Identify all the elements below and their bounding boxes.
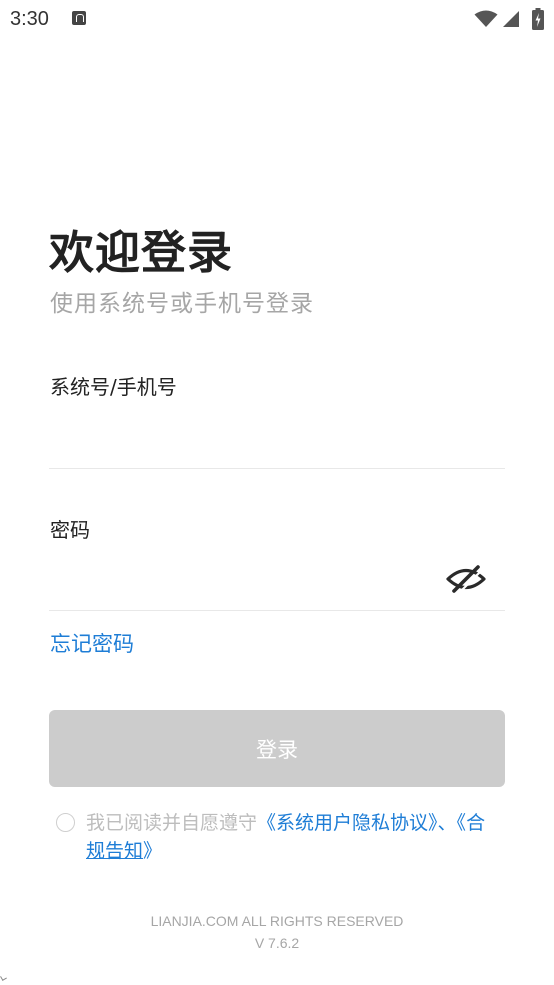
compliance-link-part2[interactable]: 规告知 — [86, 840, 143, 862]
compliance-link-close[interactable]: 》 — [143, 840, 162, 862]
agreement-prefix: 我已阅读并自愿遵守 — [86, 812, 258, 834]
login-button[interactable]: 登录 — [49, 710, 505, 787]
corner-mark — [0, 974, 7, 981]
footer-copyright: LIANJIA.COM ALL RIGHTS RESERVED — [150, 913, 404, 929]
password-input[interactable] — [49, 558, 439, 602]
forgot-password-link[interactable]: 忘记密码 — [50, 628, 134, 658]
status-bar: 3:30 — [0, 0, 554, 40]
footer-version: V 7.6.2 — [254, 935, 300, 951]
compliance-link-part1[interactable]: 合 — [466, 812, 485, 834]
account-input[interactable] — [49, 418, 504, 462]
compliance-link-open[interactable]: 《 — [457, 812, 467, 834]
page-subtitle: 使用系统号或手机号登录 — [50, 291, 314, 317]
wifi-icon — [474, 10, 498, 27]
page-title: 欢迎登录 — [49, 226, 234, 279]
signal-icon — [503, 11, 519, 27]
password-divider — [49, 610, 505, 611]
status-time: 3:30 — [10, 8, 49, 30]
password-label: 密码 — [50, 518, 90, 542]
eye-off-icon[interactable] — [444, 562, 488, 596]
account-label: 系统号/手机号 — [50, 375, 177, 399]
agreement-separator: 、 — [437, 812, 457, 834]
agreement-text: 我已阅读并自愿遵守《系统用户隐私协议》、《合规告知》 — [86, 809, 506, 865]
agreement-checkbox[interactable] — [56, 813, 75, 832]
account-divider — [49, 468, 505, 469]
privacy-agreement-link[interactable]: 《系统用户隐私协议》 — [257, 812, 438, 834]
notification-icon — [72, 11, 86, 25]
battery-icon — [532, 8, 544, 30]
